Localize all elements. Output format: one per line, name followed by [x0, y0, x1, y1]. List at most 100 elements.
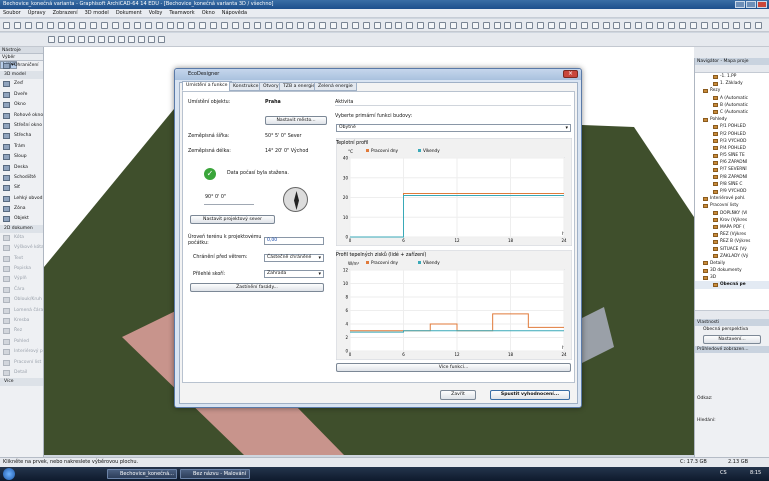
tool-2d-12[interactable]: Pracovní list [0, 358, 43, 368]
taskbar-item-archicad[interactable]: Bechovice_konečná... [107, 469, 177, 479]
geometry-method-icon[interactable] [118, 36, 125, 43]
toolbar-tool-icon[interactable] [13, 22, 21, 29]
toolbar-tool-icon[interactable] [373, 22, 381, 29]
navigator-item[interactable]: Obecná pe [695, 281, 769, 289]
tool-3d-1[interactable]: Dveře [0, 90, 43, 100]
navigator-item[interactable]: P/6 ZÁPADNÍ [695, 159, 769, 166]
toolbar-tool-icon[interactable] [428, 22, 436, 29]
navigator-item[interactable]: Pohledy [695, 116, 769, 123]
toolbar-tool-icon[interactable] [242, 22, 250, 29]
toolbar-tool-icon[interactable] [112, 22, 119, 29]
toolbar-tool-icon[interactable] [264, 22, 272, 29]
navigator-item[interactable]: P/5 SÍŇE TE [695, 152, 769, 159]
toolbar-tool-icon[interactable] [700, 22, 708, 29]
toolbar-tool-icon[interactable] [548, 22, 555, 29]
toolbar-tool-icon[interactable] [3, 22, 10, 29]
tool-2d-9[interactable]: Řez [0, 326, 43, 336]
navigator-item[interactable]: A (Automatic [695, 95, 769, 102]
navigator-item[interactable]: P/8 ZÁPADNÍ [695, 174, 769, 181]
toolbox-section-2d[interactable]: 2D dokumen [0, 224, 43, 233]
toolbar-tool-icon[interactable] [439, 22, 446, 29]
tool-3d-5[interactable]: Střecha [0, 131, 43, 141]
navigator-item[interactable]: 1. Základy [695, 80, 769, 87]
navigator-item[interactable]: P/2 POHLED [695, 131, 769, 138]
toolbar-tool-icon[interactable] [275, 22, 283, 29]
toolbar-tool-icon[interactable] [667, 22, 675, 29]
toolbar-tool-icon[interactable] [188, 22, 196, 29]
menu-volby[interactable]: Volby [149, 10, 163, 16]
navigator-item[interactable]: 3D dokumenty [695, 267, 769, 274]
function-select[interactable]: Obytné [336, 124, 571, 132]
toolbar-tool-icon[interactable] [101, 22, 109, 29]
maximize-button[interactable] [746, 1, 756, 8]
toolbar-tool-icon[interactable] [24, 22, 32, 29]
navigator-item[interactable]: P/1 POHLED [695, 123, 769, 130]
toolbar-tool-icon[interactable] [591, 22, 599, 29]
geometry-method-icon[interactable] [128, 36, 135, 43]
tool-2d-10[interactable]: Pohled [0, 337, 43, 347]
toolbar-tool-icon[interactable] [449, 22, 457, 29]
navigator-item[interactable]: ŘEZ B (Výkres [695, 238, 769, 245]
tool-2d-8[interactable]: Kresba [0, 316, 43, 326]
toolbar-tool-icon[interactable] [199, 22, 207, 29]
toolbar-tool-icon[interactable] [493, 22, 501, 29]
tool-2d-7[interactable]: Lomená čára [0, 306, 43, 316]
tool-3d-10[interactable]: Síť [0, 183, 43, 193]
toolbar-tool-icon[interactable] [602, 22, 610, 29]
navigator-item[interactable]: B (Automatic [695, 102, 769, 109]
tool-3d-9[interactable]: Schodiště [0, 173, 43, 183]
toolbar-tool-icon[interactable] [90, 22, 98, 29]
toolbar-tool-icon[interactable] [253, 22, 261, 29]
tool-2d-3[interactable]: Popiska [0, 264, 43, 274]
tool-3d-12[interactable]: Zóna [0, 204, 43, 214]
view-settings-button[interactable]: Nastavení... [703, 335, 761, 344]
toolbar-tool-icon[interactable] [504, 22, 512, 29]
toolbar-tool-icon[interactable] [35, 22, 43, 29]
toolbar-tool-icon[interactable] [297, 22, 305, 29]
navigator-item[interactable]: MAPA PDF ( [695, 224, 769, 231]
minimize-button[interactable] [735, 1, 745, 8]
geometry-method-icon[interactable] [58, 36, 65, 43]
toolbar-tool-icon[interactable] [482, 22, 490, 29]
toolbar-tool-icon[interactable] [384, 22, 392, 29]
toolbar-tool-icon[interactable] [569, 22, 577, 29]
toolbar-tool-icon[interactable] [286, 22, 294, 29]
navigator-item[interactable]: Krov (Výkres [695, 217, 769, 224]
wind-protection-select[interactable]: Částečně chráněné [264, 254, 324, 262]
menu-napoveda[interactable]: Nápověda [222, 10, 247, 16]
navigator-item[interactable]: P/9 VÝCHOD [695, 188, 769, 195]
toolbar-tool-icon[interactable] [231, 22, 239, 29]
tool-2d-1[interactable]: Výškové kóta [0, 243, 43, 253]
toolbar-tool-icon[interactable] [635, 22, 643, 29]
set-city-button[interactable]: Nastavit město... [265, 116, 327, 125]
north-slider-track[interactable] [204, 204, 254, 205]
tab-green-energy[interactable]: Zelená energie [314, 82, 357, 91]
menu-dokument[interactable]: Dokument [116, 10, 142, 16]
geometry-method-icon[interactable] [158, 36, 165, 43]
geometry-method-icon[interactable] [148, 36, 155, 43]
toolbar-tool-icon[interactable] [471, 22, 479, 29]
toolbox-more[interactable]: Více [0, 378, 43, 387]
tab-location-function[interactable]: Umístění a funkce [182, 81, 232, 91]
navigator-item[interactable]: Detaily [695, 260, 769, 267]
tool-3d-6[interactable]: Trám [0, 142, 43, 152]
toolbar-tool-icon[interactable] [144, 22, 152, 29]
terrain-level-input[interactable]: 0,00 [264, 237, 324, 245]
navigator-item[interactable]: -1. 1.PP [695, 73, 769, 80]
tool-3d-7[interactable]: Sloup [0, 152, 43, 162]
geometry-method-icon[interactable] [48, 36, 55, 43]
tool-3d-8[interactable]: Deska [0, 163, 43, 173]
navigator-item[interactable]: C (Automatic [695, 109, 769, 116]
geometry-method-icon[interactable] [98, 36, 105, 43]
toolbar-tool-icon[interactable] [221, 22, 228, 29]
geometry-method-icon[interactable] [138, 36, 145, 43]
toolbar-tool-icon[interactable] [210, 22, 218, 29]
toolbar-tool-icon[interactable] [166, 22, 174, 29]
navigator-item[interactable]: DOPLŇKY (Vl [695, 210, 769, 217]
soil-select[interactable]: Zahrada [264, 270, 324, 278]
navigator-item[interactable]: Řezy [695, 87, 769, 94]
navigator-item[interactable]: Pracovní listy [695, 202, 769, 209]
menu-okno[interactable]: Okno [202, 10, 215, 16]
toolbar-tool-icon[interactable] [755, 22, 763, 29]
toolbar-tool-icon[interactable] [362, 22, 370, 29]
